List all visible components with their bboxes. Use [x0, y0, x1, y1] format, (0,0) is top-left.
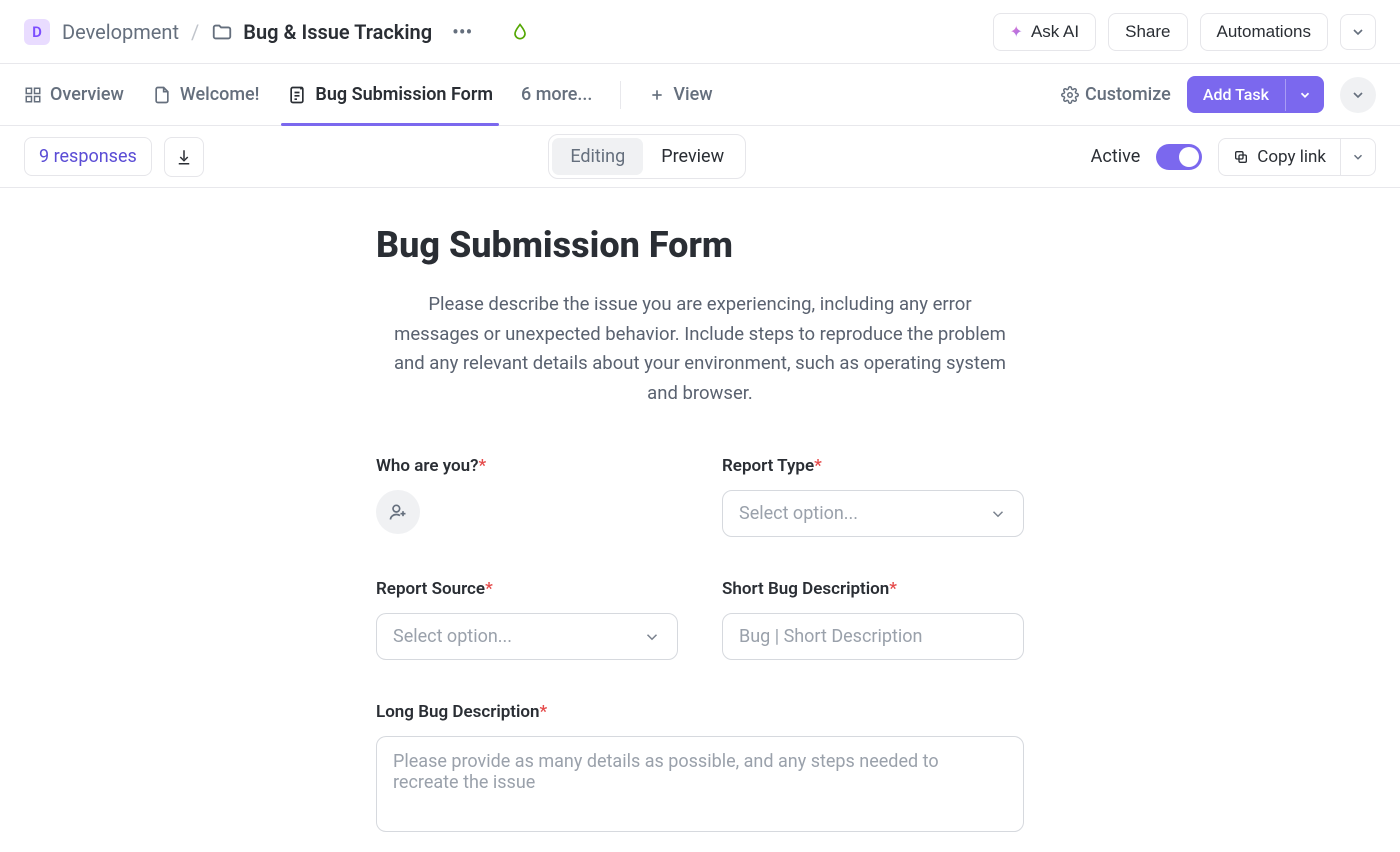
tab-bug-form-label: Bug Submission Form	[315, 84, 493, 105]
automations-label: Automations	[1217, 22, 1312, 42]
field-label-who: Who are you?*	[376, 456, 678, 476]
report-type-select[interactable]: Select option...	[722, 490, 1024, 537]
breadcrumb-separator: /	[191, 20, 199, 44]
automations-button[interactable]: Automations	[1200, 13, 1329, 51]
field-label-report-type: Report Type*	[722, 456, 1024, 476]
report-type-placeholder: Select option...	[739, 503, 858, 524]
chevron-down-icon	[1351, 150, 1365, 164]
tab-divider	[620, 81, 621, 109]
breadcrumb-title-text: Bug & Issue Tracking	[243, 20, 432, 44]
required-asterisk: *	[889, 579, 897, 599]
field-label-long-desc-text: Long Bug Description	[376, 702, 540, 722]
short-description-input[interactable]	[722, 613, 1024, 660]
required-asterisk: *	[479, 456, 487, 476]
field-report-source: Report Source* Select option...	[376, 579, 678, 660]
field-who-are-you: Who are you?*	[376, 456, 678, 537]
add-task-split-button: Add Task	[1187, 76, 1324, 113]
field-grid: Who are you?* Report Type* Select option…	[376, 456, 1024, 832]
ask-ai-button[interactable]: ✦ Ask AI	[993, 13, 1097, 51]
views-bar: Overview Welcome! Bug Submission Form 6 …	[0, 64, 1400, 126]
field-report-type: Report Type* Select option...	[722, 456, 1024, 537]
tab-welcome-label: Welcome!	[180, 84, 260, 105]
chevron-down-icon	[989, 505, 1007, 523]
long-description-textarea[interactable]	[376, 736, 1024, 832]
workspace-badge: D	[24, 19, 50, 45]
active-label: Active	[1091, 146, 1141, 167]
form-toolbar: 9 responses Editing Preview Active Copy …	[0, 126, 1400, 188]
share-label: Share	[1125, 22, 1170, 42]
copy-link-split: Copy link	[1218, 138, 1376, 176]
gear-icon	[1061, 86, 1079, 104]
field-label-report-source: Report Source*	[376, 579, 678, 599]
form-description: Please describe the issue you are experi…	[384, 290, 1016, 408]
header-more-button[interactable]	[1340, 14, 1376, 50]
required-asterisk: *	[540, 702, 548, 722]
field-short-description: Short Bug Description*	[722, 579, 1024, 660]
editing-tab[interactable]: Editing	[552, 138, 643, 175]
customize-label: Customize	[1085, 84, 1171, 105]
breadcrumb: D Development / Bug & Issue Tracking •••	[24, 16, 993, 48]
report-source-select[interactable]: Select option...	[376, 613, 678, 660]
assignee-picker-button[interactable]	[376, 490, 420, 534]
views-more-button[interactable]	[1340, 77, 1376, 113]
download-button[interactable]	[164, 137, 204, 177]
field-label-long-desc: Long Bug Description*	[376, 702, 1024, 722]
chevron-down-icon	[643, 628, 661, 646]
share-button[interactable]: Share	[1108, 13, 1187, 51]
field-label-short-desc: Short Bug Description*	[722, 579, 1024, 599]
header-actions: ✦ Ask AI Share Automations	[993, 13, 1376, 51]
form-container: Bug Submission Form Please describe the …	[360, 188, 1040, 832]
edit-preview-toggle: Editing Preview	[548, 134, 746, 179]
copy-link-dropdown[interactable]	[1340, 139, 1375, 175]
breadcrumb-parent[interactable]: Development	[62, 20, 179, 44]
customize-button[interactable]: Customize	[1061, 84, 1171, 105]
sparkle-icon: ✦	[1010, 22, 1023, 42]
field-label-short-desc-text: Short Bug Description	[722, 579, 889, 599]
views-right: Customize Add Task	[1061, 76, 1376, 113]
tab-overview-label: Overview	[50, 84, 124, 105]
ask-ai-label: Ask AI	[1031, 22, 1079, 42]
toolbar-right: Active Copy link	[1091, 138, 1376, 176]
tab-more-label: 6 more...	[521, 84, 592, 105]
topbar: D Development / Bug & Issue Tracking •••…	[0, 0, 1400, 64]
droplet-icon[interactable]	[510, 22, 530, 42]
add-task-dropdown[interactable]	[1285, 79, 1324, 111]
report-source-placeholder: Select option...	[393, 626, 512, 647]
tab-bug-submission-form[interactable]: Bug Submission Form	[287, 64, 493, 125]
add-task-button[interactable]: Add Task	[1187, 76, 1285, 113]
required-asterisk: *	[485, 579, 493, 599]
field-label-report-type-text: Report Type	[722, 456, 814, 476]
field-label-who-text: Who are you?	[376, 456, 479, 476]
user-plus-icon	[388, 502, 408, 522]
grid-icon	[24, 86, 42, 104]
copy-icon	[1233, 149, 1249, 165]
field-label-report-source-text: Report Source	[376, 579, 485, 599]
download-icon	[175, 148, 193, 166]
add-view-button[interactable]: View	[649, 64, 712, 125]
required-asterisk: *	[814, 456, 822, 476]
copy-link-label: Copy link	[1257, 147, 1326, 167]
responses-button[interactable]: 9 responses	[24, 137, 152, 176]
tab-overview[interactable]: Overview	[24, 64, 124, 125]
field-long-description: Long Bug Description*	[376, 702, 1024, 832]
active-toggle[interactable]	[1156, 144, 1202, 170]
form-title: Bug Submission Form	[376, 224, 1024, 266]
tab-welcome[interactable]: Welcome!	[152, 64, 260, 125]
add-view-label: View	[673, 84, 712, 105]
breadcrumb-more-icon[interactable]: •••	[444, 16, 480, 48]
preview-tab[interactable]: Preview	[643, 138, 742, 175]
chevron-down-icon	[1350, 87, 1366, 103]
chevron-down-icon	[1350, 24, 1366, 40]
chevron-down-icon	[1298, 88, 1312, 102]
plus-icon	[649, 87, 665, 103]
form-icon	[287, 85, 307, 105]
breadcrumb-current[interactable]: Bug & Issue Tracking	[211, 20, 432, 44]
copy-link-button[interactable]: Copy link	[1219, 139, 1340, 175]
folder-icon	[211, 21, 233, 43]
tab-more[interactable]: 6 more...	[521, 64, 592, 125]
doc-icon	[152, 85, 172, 105]
